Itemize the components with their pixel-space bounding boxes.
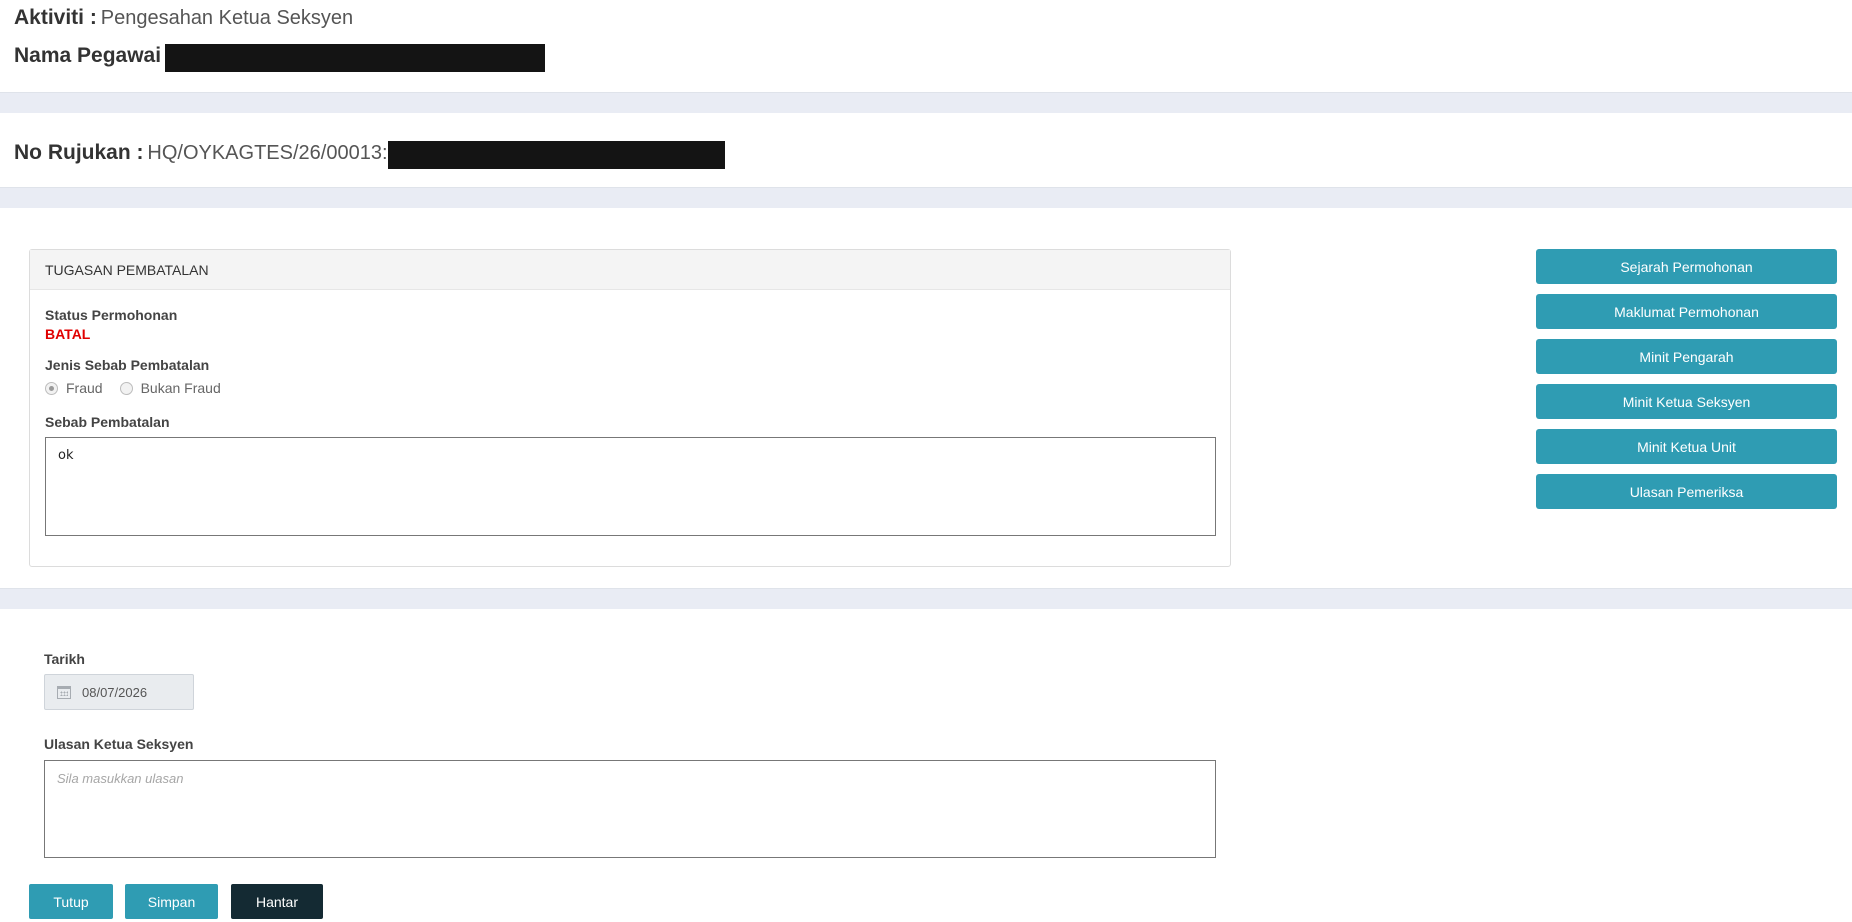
tarikh-value: 08/07/2026 xyxy=(82,684,148,700)
jenis-sebab-radio-group: Fraud Bukan Fraud xyxy=(45,380,238,396)
ulasan-pemeriksa-button[interactable]: Ulasan Pemeriksa xyxy=(1536,474,1837,509)
status-permohonan-label: Status Permohonan xyxy=(45,307,178,323)
rujukan-line: No Rujukan : HQ/OYKAGTES/26/00013: xyxy=(14,141,725,170)
radio-bukan-fraud[interactable] xyxy=(119,381,133,395)
minit-ketua-unit-button[interactable]: Minit Ketua Unit xyxy=(1536,429,1837,464)
sejarah-permohonan-button[interactable]: Sejarah Permohonan xyxy=(1536,249,1837,284)
tutup-button[interactable]: Tutup xyxy=(29,884,113,919)
ulasan-ketua-seksyen-textarea[interactable]: Sila masukkan ulasan xyxy=(44,760,1216,858)
ulasan-ketua-seksyen-label: Ulasan Ketua Seksyen xyxy=(44,736,194,752)
aktiviti-value: Pengesahan Ketua Seksyen xyxy=(100,7,354,29)
calendar-icon xyxy=(57,685,71,699)
nama-pegawai-redacted xyxy=(164,44,545,73)
simpan-button[interactable]: Simpan xyxy=(125,884,218,919)
section-band xyxy=(0,188,1852,208)
ulasan-placeholder: Sila masukkan ulasan xyxy=(57,771,184,786)
aktiviti-line: Aktiviti : Pengesahan Ketua Seksyen xyxy=(14,6,353,30)
radio-fraud[interactable] xyxy=(45,381,58,395)
nama-pegawai-label: Nama Pegawai xyxy=(14,44,162,67)
rujukan-label: No Rujukan : xyxy=(14,141,144,164)
tarikh-field[interactable]: 08/07/2026 xyxy=(44,674,194,710)
nama-pegawai-line: Nama Pegawai xyxy=(14,44,545,73)
radio-selected-dot xyxy=(49,385,54,391)
panel-title: TUGASAN PEMBATALAN xyxy=(30,250,1230,290)
sebab-pembatalan-textarea[interactable]: ok xyxy=(45,437,1216,536)
rujukan-value: HQ/OYKAGTES/26/00013: xyxy=(147,142,388,164)
rujukan-name-redacted xyxy=(387,141,725,170)
sebab-pembatalan-label: Sebab Pembatalan xyxy=(45,414,170,430)
section-band xyxy=(0,93,1852,113)
maklumat-permohonan-button[interactable]: Maklumat Permohonan xyxy=(1536,294,1837,329)
radio-bukan-fraud-label: Bukan Fraud xyxy=(140,380,221,396)
section-band xyxy=(0,589,1852,609)
minit-pengarah-button[interactable]: Minit Pengarah xyxy=(1536,339,1837,374)
tugasan-pembatalan-panel: TUGASAN PEMBATALAN Status Permohonan BAT… xyxy=(29,249,1231,567)
radio-fraud-label: Fraud xyxy=(66,380,103,396)
jenis-sebab-label: Jenis Sebab Pembatalan xyxy=(45,357,210,373)
tarikh-label: Tarikh xyxy=(44,651,85,667)
status-permohonan-value: BATAL xyxy=(45,326,91,342)
hantar-button[interactable]: Hantar xyxy=(231,884,323,919)
minit-ketua-seksyen-button[interactable]: Minit Ketua Seksyen xyxy=(1536,384,1837,419)
aktiviti-label: Aktiviti : xyxy=(14,6,97,29)
